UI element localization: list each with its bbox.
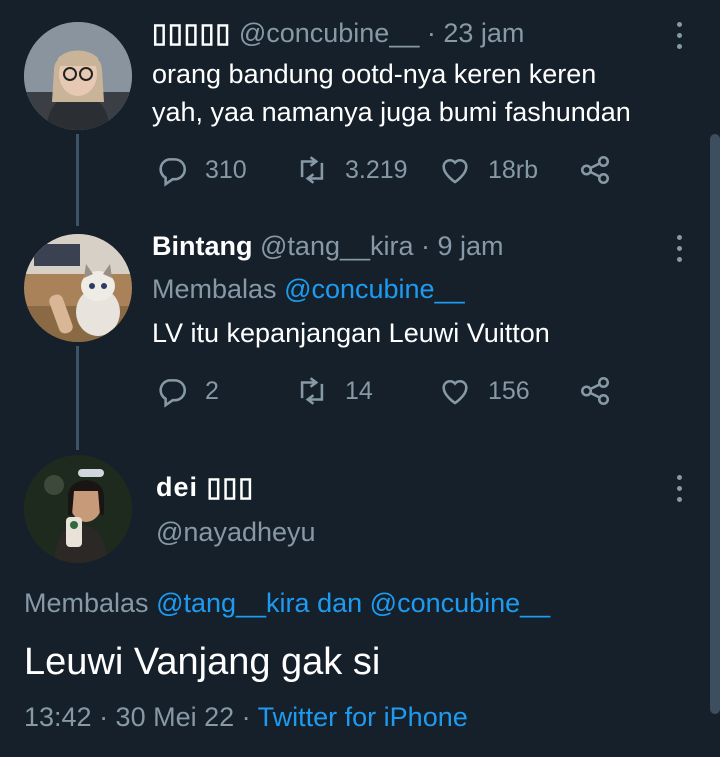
tweet-time[interactable]: · 23 jam [427, 18, 525, 48]
user-handle[interactable]: @concubine__ [239, 18, 420, 48]
heart-icon [442, 158, 468, 184]
retweet-button[interactable]: 3.219 [295, 153, 408, 187]
user-name[interactable]: dei ▯▯▯ [156, 472, 254, 502]
reply-icon [159, 379, 187, 408]
mention-link[interactable]: @concubine__ [370, 588, 551, 618]
retweet-count: 3.219 [345, 155, 408, 184]
like-button[interactable]: 18rb [438, 153, 538, 187]
retweet-icon [300, 377, 324, 405]
retweet-button[interactable]: 14 [295, 374, 373, 408]
reply-prefix: Membalas [24, 588, 149, 618]
tweet-time[interactable]: · 9 jam [421, 231, 504, 261]
avatar[interactable] [24, 455, 132, 563]
like-button[interactable]: 156 [438, 374, 530, 408]
tweet-text: LV itu kepanjangan Leuwi Vuitton [152, 318, 550, 348]
main-tweet-text: Leuwi Vanjang gak si [24, 641, 381, 683]
retweet-icon [300, 156, 324, 184]
avatar[interactable] [24, 22, 132, 130]
tweet-header: Bintang @tang__kira · 9 jam [152, 229, 504, 263]
share-button[interactable] [578, 374, 628, 408]
reply-prefix: Membalas [152, 274, 277, 304]
reply-button[interactable]: 310 [155, 153, 247, 187]
share-button[interactable] [578, 153, 628, 187]
main-user-handle-row: @nayadheyu [152, 515, 316, 549]
like-count: 18rb [488, 155, 539, 184]
tweet-timestamp[interactable]: 13:42 · 30 Mei 22 · [24, 702, 251, 732]
scrollbar[interactable] [710, 134, 720, 714]
tweet-text-line: orang bandung ootd-nya keren keren [152, 59, 597, 89]
reply-count: 2 [205, 376, 219, 405]
user-name[interactable]: Bintang [152, 231, 253, 261]
more-options-icon[interactable] [674, 475, 684, 503]
like-count: 156 [488, 376, 530, 405]
thread-line [76, 134, 79, 226]
reply-count: 310 [205, 155, 247, 184]
reply-button[interactable]: 2 [155, 374, 219, 408]
user-name[interactable]: ▯▯▯▯▯ [152, 18, 231, 48]
tweet-text: orang bandung ootd-nya keren keren yah, … [152, 55, 631, 131]
tweet-meta: 13:42 · 30 Mei 22 · Twitter for iPhone [24, 700, 468, 734]
reply-context: Membalas @concubine__ [152, 272, 465, 306]
mention-link[interactable]: @concubine__ [284, 274, 465, 304]
user-handle[interactable]: @tang__kira [260, 231, 414, 261]
avatar[interactable] [24, 234, 132, 342]
main-user-name: dei ▯▯▯ [152, 470, 254, 504]
share-icon [580, 155, 610, 185]
tweet-source[interactable]: Twitter for iPhone [258, 702, 468, 732]
more-options-icon[interactable] [674, 235, 684, 263]
heart-icon [442, 379, 468, 405]
mention-link[interactable]: @tang__kira [156, 588, 310, 618]
user-handle[interactable]: @nayadheyu [156, 517, 316, 547]
reply-context: Membalas @tang__kira dan @concubine__ [24, 586, 550, 620]
tweet-header: ▯▯▯▯▯ @concubine__ · 23 jam [152, 16, 524, 50]
tweet-text-line: yah, yaa namanya juga bumi fashundan [152, 97, 631, 127]
retweet-count: 14 [345, 376, 373, 405]
reply-icon [159, 158, 187, 187]
more-options-icon[interactable] [674, 22, 684, 50]
share-icon [580, 376, 610, 406]
reply-conjunction: dan [317, 588, 363, 618]
thread-line [76, 346, 79, 450]
